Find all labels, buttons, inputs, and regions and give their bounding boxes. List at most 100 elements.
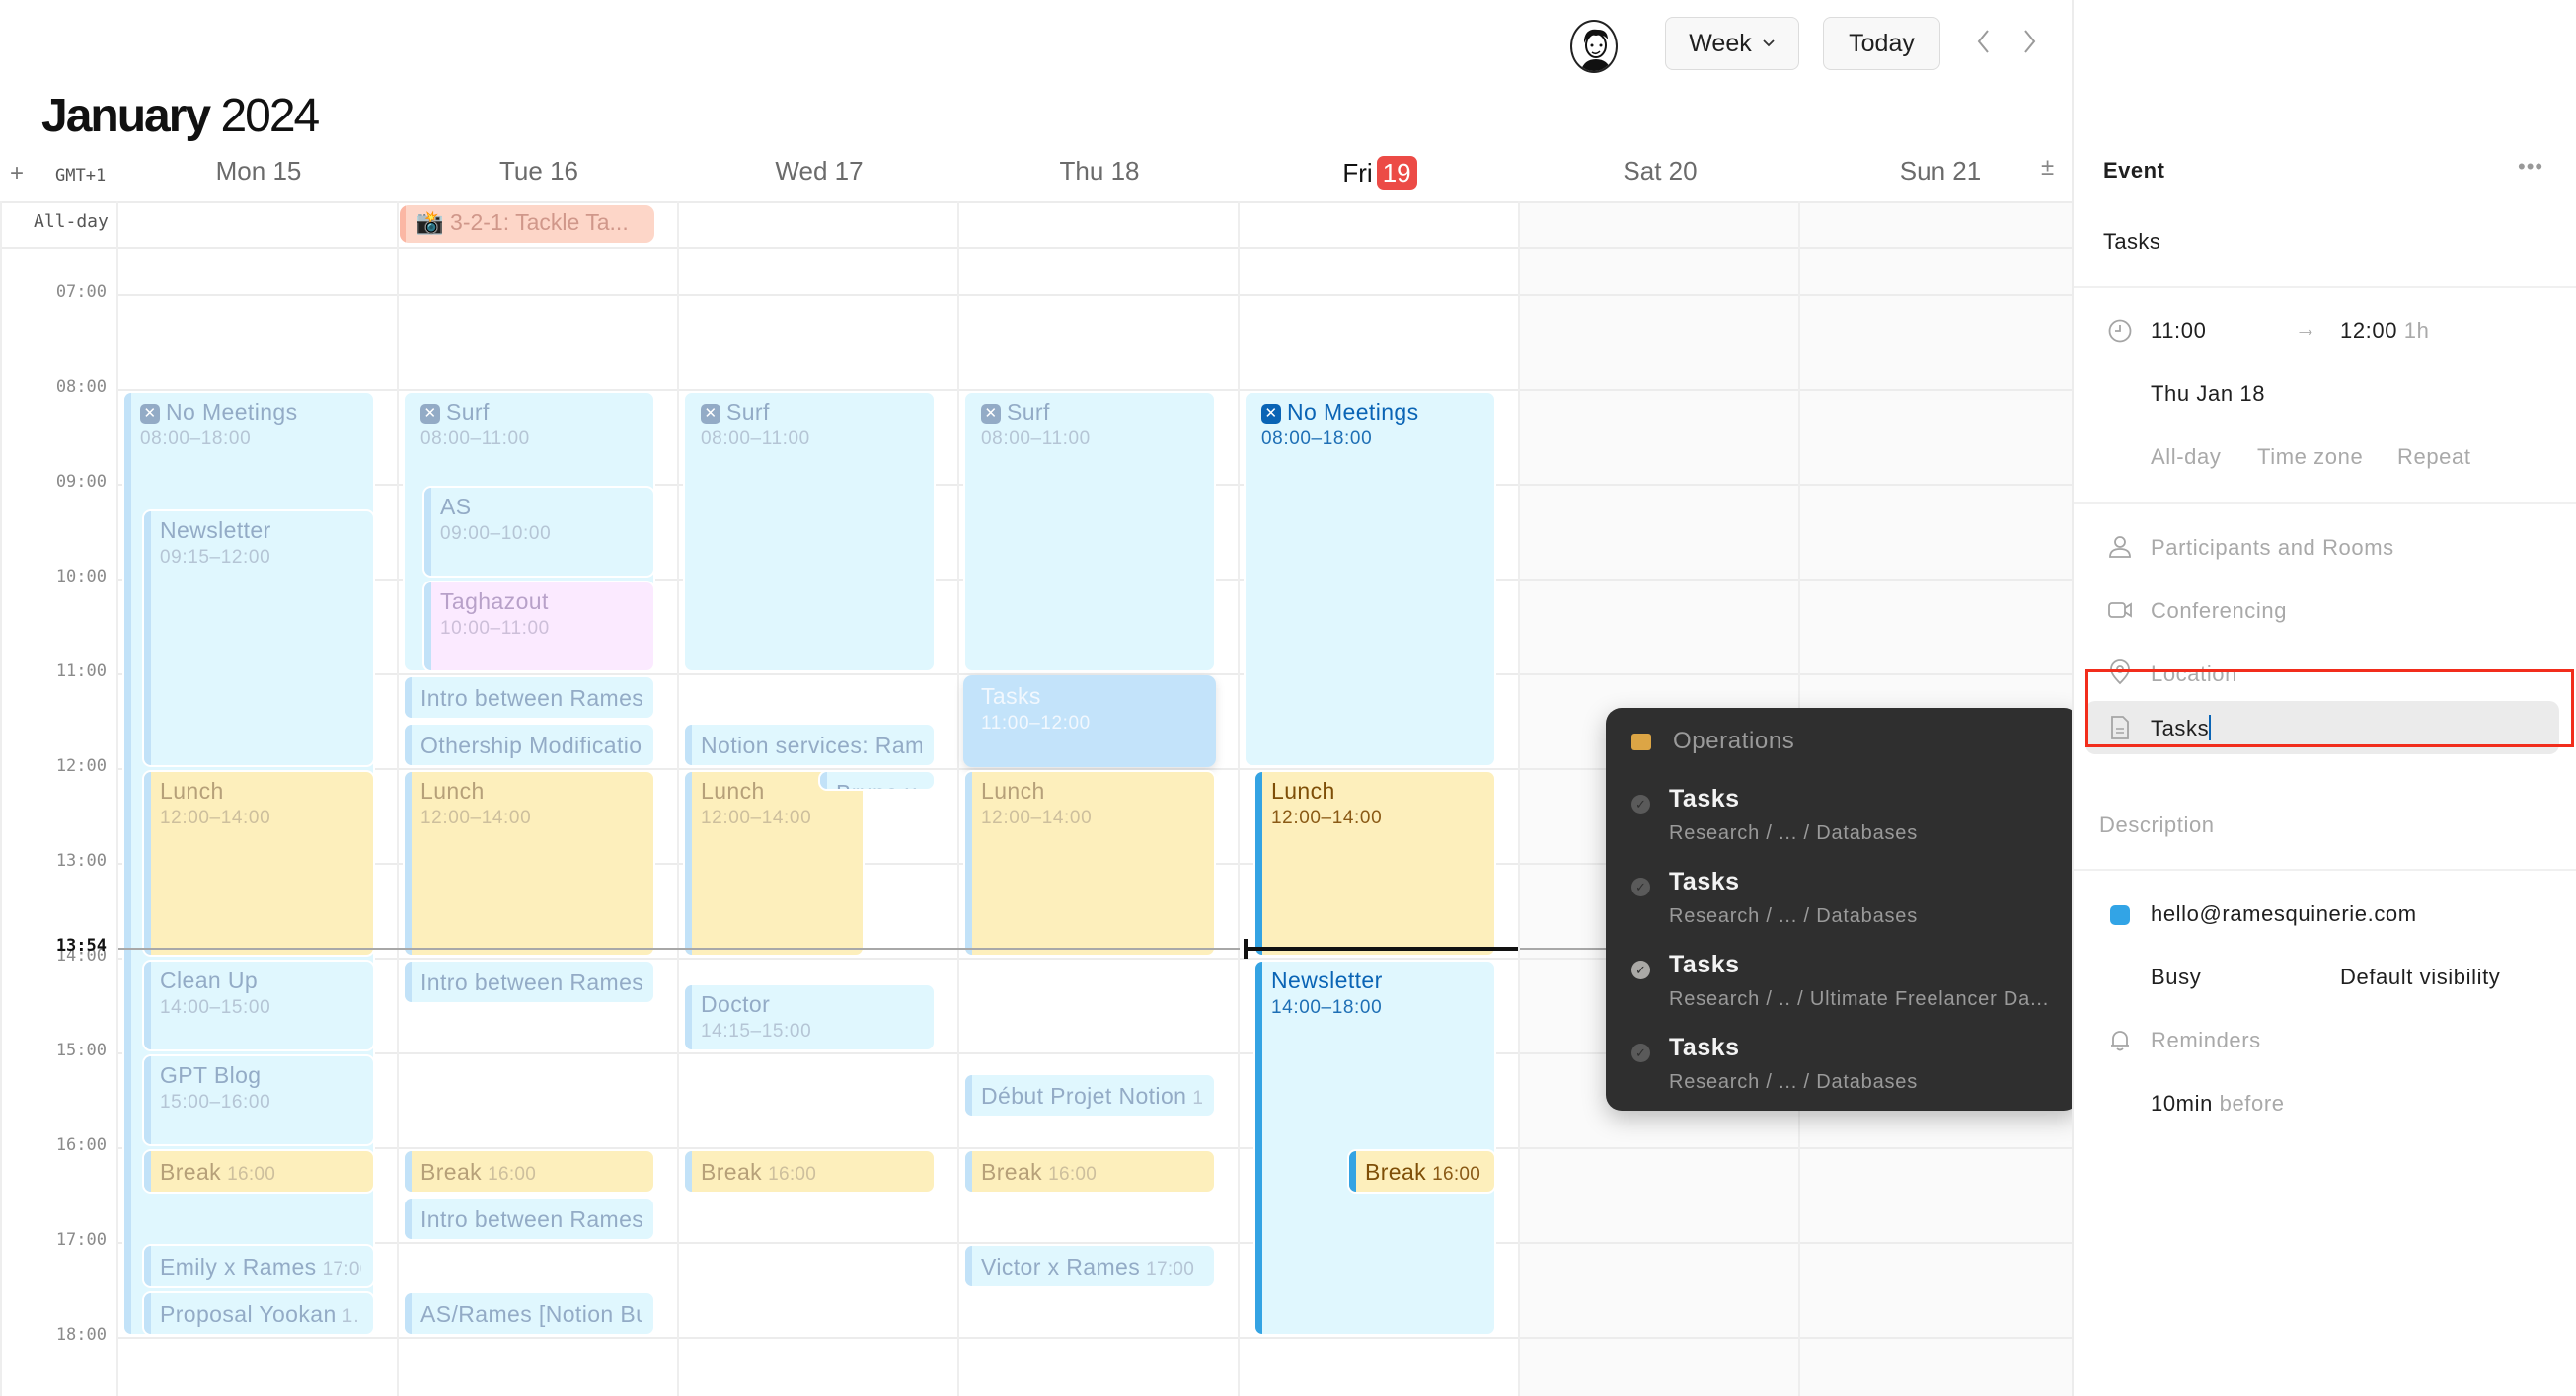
event-block[interactable]: AS/Rames [Notion Bu [403,1291,655,1336]
day-header-fri[interactable]: Fri 19 [1240,156,1520,190]
allday-toggle[interactable]: All-day [2151,444,2221,470]
event-title-field[interactable]: Tasks [2103,229,2160,255]
description-field[interactable]: Description [2099,813,2215,838]
database-title: Tasks [1669,1034,1740,1061]
event-title-row: Bruno x [836,780,922,789]
next-week-button[interactable] [2014,22,2044,61]
event-color-bar [424,582,431,670]
event-block[interactable]: Lunch 12:00–14:00 [142,770,375,957]
event-title-row: Intro between Rames [420,1206,642,1233]
event-block[interactable]: Intro between Rames [403,960,655,1004]
event-block[interactable]: GPT Blog 15:00–16:00 [142,1054,375,1146]
more-options-icon[interactable]: ••• [2518,154,2543,180]
hour-label: 13:00 [55,851,107,871]
event-block[interactable]: Doctor 14:15–15:00 [683,983,936,1051]
event-time: 16:00 [1432,1164,1481,1185]
day-header-wed[interactable]: Wed 17 [679,156,959,187]
event-time: 12:00–14:00 [701,808,812,828]
event-block[interactable]: Début Projet Notion1. [963,1073,1216,1119]
event-block[interactable]: Lunch 12:00–14:00 [683,770,865,957]
calendar-color-swatch [2110,905,2130,925]
day-header-sat[interactable]: Sat 20 [1520,156,1800,187]
busy-status[interactable]: Busy [2151,965,2201,990]
event-title: GPT Blog [160,1062,262,1088]
event-color-bar [144,1293,151,1334]
bell-icon [2111,1031,2129,1051]
previous-week-button[interactable] [1969,22,1999,61]
event-block[interactable]: Lunch 12:00–14:00 [963,770,1216,957]
event-date[interactable]: Thu Jan 18 [2151,381,2265,407]
reminders-label[interactable]: Reminders [2151,1028,2261,1053]
event-block[interactable]: ✕ Surf 08:00–11:00 [963,391,1216,672]
event-time: 12:00–14:00 [160,808,271,828]
hour-label: 09:00 [55,472,107,492]
day-name: Thu [1059,156,1104,186]
event-title: Taghazout [440,588,549,614]
day-header-thu[interactable]: Thu 18 [959,156,1240,187]
timezone-button[interactable]: Time zone [2257,444,2363,470]
event-block[interactable]: Break 16:00 [1347,1149,1496,1194]
event-time: 14:00–15:00 [160,997,271,1018]
event-block[interactable]: Intro between Rames [403,1197,655,1241]
event-block[interactable]: ✕ Surf 08:00–11:00 [683,391,936,672]
divider [2074,286,2576,288]
today-button-label: Today [1849,29,1915,57]
today-button[interactable]: Today [1823,17,1940,70]
allday-event[interactable]: 📸 3-2-1: Tackle Ta... [400,205,654,243]
event-block[interactable]: Break 16:00 [963,1149,1216,1194]
folder-icon [1631,733,1651,750]
repeat-button[interactable]: Repeat [2397,444,2471,470]
event-time: 14:00–18:00 [1271,997,1383,1018]
event-block[interactable]: Newsletter 14:00–18:00 [1253,960,1496,1336]
event-color-bar [685,985,692,1049]
event-block[interactable]: Newsletter 09:15–12:00 [142,509,375,767]
event-block[interactable]: Break 16:00 [142,1149,375,1194]
day-header-tue[interactable]: Tue 16 [399,156,679,187]
database-option[interactable]: ✓ Tasks Research / ... / Databases [1631,781,2066,860]
event-block[interactable]: Proposal Yookan1… [142,1291,375,1336]
event-title: No Meetings [1287,399,1419,425]
event-block[interactable]: Lunch 12:00–14:00 [403,770,655,957]
event-title-row: Lunch [420,778,642,805]
event-block[interactable]: AS 09:00–10:00 [422,486,655,578]
event-block[interactable]: ✕ No Meetings 08:00–18:00 [1244,391,1496,767]
event-block[interactable]: Notion services: Rames [683,723,936,767]
day-header-sun[interactable]: Sun 21 [1800,156,2081,187]
declined-x-icon: ✕ [420,404,440,424]
participants-field[interactable]: Participants and Rooms [2151,535,2394,561]
event-block[interactable]: Clean Up 14:00–15:00 [142,960,375,1051]
event-color-bar [405,962,412,1002]
calendar-account[interactable]: hello@ramesquinerie.com [2151,901,2417,927]
event-block[interactable]: Intro between Rames [403,675,655,720]
event-title: AS/Rames [Notion Bu [420,1301,642,1327]
expand-collapse-icon[interactable]: ± [2041,154,2054,182]
person-icon [2109,536,2131,558]
day-number: 16 [550,156,578,186]
event-block[interactable]: Break 16:00 [683,1149,936,1194]
event-color-bar [144,511,151,765]
start-time[interactable]: 11:00 [2151,318,2206,344]
event-block[interactable]: Break 16:00 [403,1149,655,1194]
database-option[interactable]: ✓ Tasks Research / ... / Databases [1631,864,2066,943]
event-selected[interactable]: Tasks 11:00–12:00 [963,675,1216,767]
database-option[interactable]: ✓ Tasks Research / .. / Ultimate Freelance… [1631,947,2066,1026]
event-block[interactable]: Emily x Rames17:00 [142,1244,375,1288]
event-block[interactable]: Bruno x [818,770,936,791]
event-title: Début Projet Notion [981,1083,1187,1110]
view-selector-button[interactable]: Week [1665,17,1799,70]
event-title-row: Newsletter [160,517,361,544]
event-block[interactable]: Taghazout 10:00–11:00 [422,581,655,672]
visibility-select[interactable]: Default visibility [2340,965,2500,990]
event-block[interactable]: Othership Modification [403,723,655,767]
day-header-mon[interactable]: Mon 15 [118,156,399,187]
event-block[interactable]: Victor x Rames 17:00 [963,1244,1216,1288]
database-option[interactable]: ✓ Tasks Research / ... / Databases [1631,1030,2066,1109]
user-avatar[interactable] [1570,20,1618,73]
check-circle-icon: ✓ [1631,878,1650,896]
add-timezone-button[interactable]: + [10,160,24,188]
hour-label: 08:00 [55,377,107,397]
conferencing-field[interactable]: Conferencing [2151,598,2287,624]
event-block[interactable]: Lunch 12:00–14:00 [1253,770,1496,957]
reminder-item[interactable]: 10min before [2151,1091,2285,1117]
end-time-group[interactable]: 12:00 1h [2340,318,2429,344]
